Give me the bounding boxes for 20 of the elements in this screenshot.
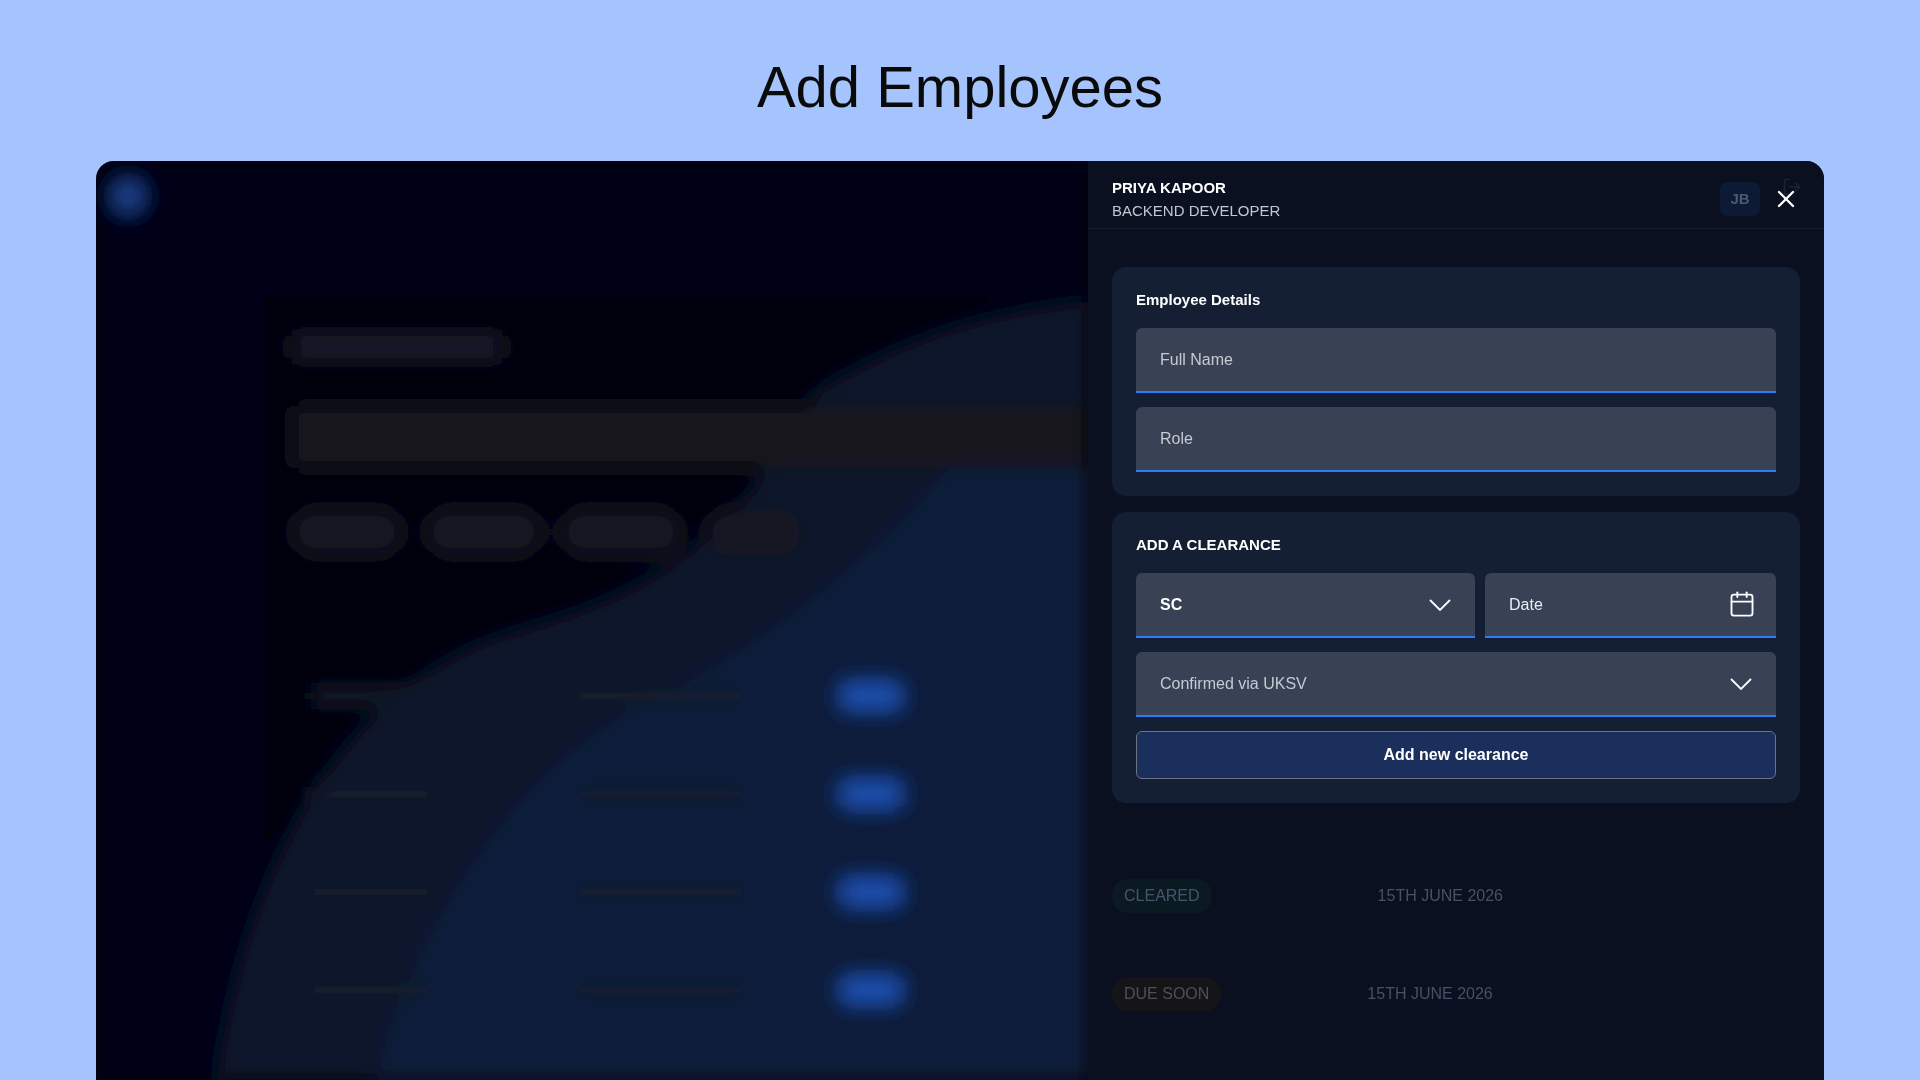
user-avatar: JB <box>1720 181 1760 216</box>
status-badge: DUE SOON <box>1112 977 1222 1011</box>
employee-role: BACKEND DEVELOPER <box>1112 201 1282 219</box>
add-clearance-button[interactable]: Add new clearance <box>1136 731 1776 779</box>
card-title: Employee Details <box>1136 291 1262 308</box>
level-select[interactable]: SC <box>1136 573 1475 638</box>
card-title: ADD A CLEARANCE <box>1136 536 1282 553</box>
page-title: Add Employees <box>756 53 1164 121</box>
date-field[interactable]: Date <box>1485 573 1776 638</box>
text-field[interactable]: Full Name <box>1136 328 1776 393</box>
text-field[interactable]: Role <box>1136 407 1776 472</box>
chevron-icon <box>1730 677 1752 690</box>
logout-icon <box>1782 176 1802 197</box>
status-badge: CLEARED <box>1112 879 1212 913</box>
due-date: 15TH JUNE 2026 <box>1367 985 1493 1003</box>
employee-name: PRIYA KAPOOR <box>1112 178 1227 196</box>
chevron-icon <box>1429 598 1451 611</box>
status-select[interactable]: Confirmed via UKSV <box>1136 652 1776 717</box>
due-date: 15TH JUNE 2026 <box>1377 887 1503 905</box>
calendar-icon <box>1728 590 1756 618</box>
